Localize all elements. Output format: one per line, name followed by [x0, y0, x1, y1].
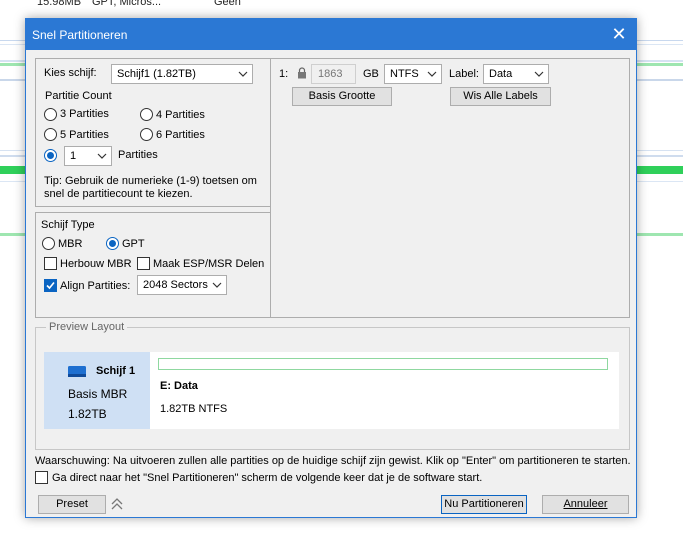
chevron-down-icon — [534, 71, 544, 77]
disk-select-label: Kies schijf: — [44, 67, 97, 79]
disk-info[interactable]: Schijf 1 Basis MBR 1.82TB — [44, 352, 150, 429]
align-select-value: 2048 Sectors — [143, 279, 208, 291]
preview-partition-name: E: Data — [160, 380, 198, 392]
chevron-down-icon — [97, 153, 107, 159]
lock-icon — [298, 67, 306, 79]
preview-disk-size: 1.82TB — [68, 407, 107, 421]
preview-layout-group: Preview Layout Schijf 1 Basis MBR 1.82TB… — [35, 321, 630, 450]
title-bar: Snel Partitioneren ✕ — [26, 19, 636, 50]
cancel-button[interactable]: Annuleer — [542, 495, 629, 514]
partition-count-select[interactable]: 1 — [64, 146, 112, 166]
partition-index: 1: — [279, 68, 289, 80]
label-select[interactable]: Data — [483, 64, 549, 84]
disk-type-panel: Schijf Type MBR GPT Herbouw MBR Maak ESP… — [35, 212, 290, 318]
label-caption: Label: — [449, 68, 479, 80]
align-select[interactable]: 2048 Sectors — [137, 275, 227, 295]
preview-disk-kind: Basis MBR — [68, 387, 128, 401]
radio-4-partities[interactable] — [140, 108, 153, 121]
partition-count-panel: Kies schijf: Schijf1 (1.82TB) Partitie C… — [35, 58, 290, 207]
filesystem-value: NTFS — [390, 68, 419, 80]
align-checkbox[interactable] — [44, 279, 57, 292]
bg-row-type: GPT, Micros... — [92, 0, 162, 8]
checkmark-icon — [46, 281, 55, 290]
double-chevron-up-icon[interactable] — [111, 497, 123, 511]
radio-6-partities[interactable] — [140, 128, 153, 141]
base-size-button[interactable]: Basis Grootte — [292, 87, 392, 106]
partition-settings-panel: 1: 1863 GB NTFS Label: Data Basis Groott… — [270, 58, 630, 318]
warning-text: Waarschuwing: Na uitvoeren zullen alle p… — [35, 455, 631, 467]
size-unit: GB — [363, 68, 379, 80]
partition-count-heading: Partitie Count — [45, 90, 112, 102]
radio-custom-partities[interactable] — [44, 149, 57, 162]
radio-gpt[interactable] — [106, 237, 119, 250]
radio-3-partities-label: 3 Partities — [60, 108, 109, 120]
radio-4-partities-label: 4 Partities — [156, 109, 205, 121]
esp-msr-checkbox[interactable] — [137, 257, 150, 270]
partition-usage-bar — [158, 358, 608, 370]
radio-5-partities-label: 5 Partities — [60, 129, 109, 141]
disk-icon — [68, 366, 86, 377]
partition-count-suffix: Partities — [118, 149, 158, 161]
disk-select-value: Schijf1 (1.82TB) — [117, 68, 196, 80]
size-input-value: 1863 — [318, 68, 343, 80]
esp-msr-label: Maak ESP/MSR Delen — [153, 258, 265, 270]
tip-text: Tip: Gebruik de numerieke (1-9) toetsen … — [44, 175, 257, 200]
radio-6-partities-label: 6 Partities — [156, 129, 205, 141]
rebuild-mbr-label: Herbouw MBR — [60, 258, 132, 270]
dialog-title: Snel Partitioneren — [32, 28, 128, 42]
quick-partition-dialog: Snel Partitioneren ✕ Kies schijf: Schijf… — [25, 18, 637, 518]
bg-row-status: Geen — [214, 0, 241, 8]
skip-label: Ga direct naar het "Snel Partitioneren" … — [52, 472, 483, 484]
size-input[interactable]: 1863 — [311, 64, 356, 84]
cancel-button-label: Annuleer — [563, 498, 608, 510]
rebuild-mbr-checkbox[interactable] — [44, 257, 57, 270]
filesystem-select[interactable]: NTFS — [384, 64, 442, 84]
radio-5-partities[interactable] — [44, 128, 57, 141]
radio-gpt-label: GPT — [122, 238, 145, 250]
preview-disk-name: Schijf 1 — [96, 365, 136, 377]
chevron-down-icon — [427, 71, 437, 77]
disk-type-heading: Schijf Type — [41, 219, 95, 231]
disk-select[interactable]: Schijf1 (1.82TB) — [111, 64, 253, 84]
close-icon[interactable]: ✕ — [602, 19, 636, 50]
preset-button[interactable]: Preset — [38, 495, 106, 514]
partition-count-value: 1 — [70, 150, 77, 162]
chevron-down-icon — [238, 71, 248, 77]
preview-disk-row: Schijf 1 Basis MBR 1.82TB E: Data 1.82TB… — [44, 352, 619, 429]
chevron-down-icon — [212, 282, 222, 288]
preview-partition-info: 1.82TB NTFS — [160, 403, 228, 415]
radio-3-partities[interactable] — [44, 108, 57, 121]
radio-mbr-label: MBR — [58, 238, 83, 250]
align-label: Align Partities: — [60, 280, 131, 292]
label-value: Data — [489, 68, 513, 80]
clear-labels-button[interactable]: Wis Alle Labels — [450, 87, 551, 106]
skip-checkbox[interactable] — [35, 471, 48, 484]
bg-row-size: 15.98MB — [37, 0, 82, 8]
start-partition-button[interactable]: Nu Partitioneren — [441, 495, 527, 514]
preview-partition-block[interactable]: E: Data 1.82TB NTFS — [150, 352, 619, 429]
radio-mbr[interactable] — [42, 237, 55, 250]
preview-heading: Preview Layout — [46, 321, 128, 333]
